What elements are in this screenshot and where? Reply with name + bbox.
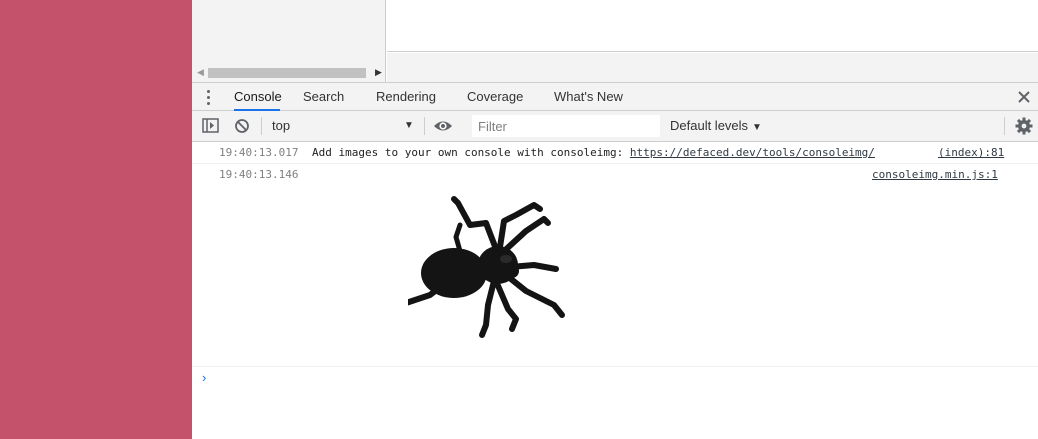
chevron-down-icon: ▼ (404, 120, 414, 131)
gear-icon[interactable] (1014, 117, 1034, 135)
horizontal-scrollbar[interactable]: ◀ ▶ (192, 64, 386, 82)
scrollbar-thumb[interactable] (208, 68, 366, 78)
message-timestamp: 19:40:13.146 (219, 168, 299, 181)
elements-panel-area: ◀ ▶ (192, 0, 1038, 82)
message-timestamp: 19:40:13.017 (219, 146, 299, 159)
tab-rendering[interactable]: Rendering (376, 83, 436, 111)
console-messages: 19:40:13.017 Add images to your own cons… (192, 142, 1038, 439)
show-sidebar-icon[interactable] (201, 117, 221, 135)
close-icon[interactable] (1016, 89, 1032, 105)
context-select[interactable]: top ▼ (266, 115, 416, 137)
drawer-tab-bar: Console Search Rendering Coverage What's… (192, 82, 1038, 111)
message-body: Add images to your own console with cons… (312, 146, 630, 159)
tab-whats-new[interactable]: What's New (554, 83, 623, 111)
page-sidebar (0, 0, 192, 439)
console-prompt[interactable]: › (202, 370, 206, 385)
styles-pane-footer (387, 53, 1038, 82)
context-value: top (272, 118, 291, 133)
message-source-link[interactable]: (index):81 (938, 146, 1004, 159)
spider-image (408, 196, 565, 338)
log-levels-label: Default levels (670, 118, 749, 133)
console-message: 19:40:13.146 consoleimg.min.js:1 (192, 164, 1038, 367)
styles-pane (387, 0, 1038, 52)
chevron-down-icon: ▼ (752, 122, 762, 133)
console-message: 19:40:13.017 Add images to your own cons… (192, 142, 1038, 164)
message-link[interactable]: https://defaced.dev/tools/consoleimg/ (630, 146, 875, 159)
scroll-left-arrow-icon[interactable]: ◀ (197, 67, 204, 78)
tab-search[interactable]: Search (303, 83, 344, 111)
message-source-link[interactable]: consoleimg.min.js:1 (872, 168, 998, 181)
message-text: Add images to your own console with cons… (312, 146, 875, 159)
filter-input[interactable] (472, 115, 660, 137)
tab-console[interactable]: Console (234, 83, 282, 111)
live-expression-eye-icon[interactable] (433, 117, 453, 135)
toolbar-divider (1004, 117, 1005, 135)
log-levels-dropdown[interactable]: Default levels ▼ (670, 115, 762, 137)
tab-coverage[interactable]: Coverage (467, 83, 523, 111)
console-toolbar: top ▼ Default levels▼ (192, 111, 1038, 142)
clear-console-icon[interactable] (232, 117, 252, 135)
dom-tree-pane: ◀ ▶ (192, 0, 386, 82)
toolbar-divider (424, 117, 425, 135)
kebab-menu-icon[interactable] (204, 89, 214, 105)
toolbar-divider (261, 117, 262, 135)
scroll-right-arrow-icon[interactable]: ▶ (375, 67, 382, 78)
